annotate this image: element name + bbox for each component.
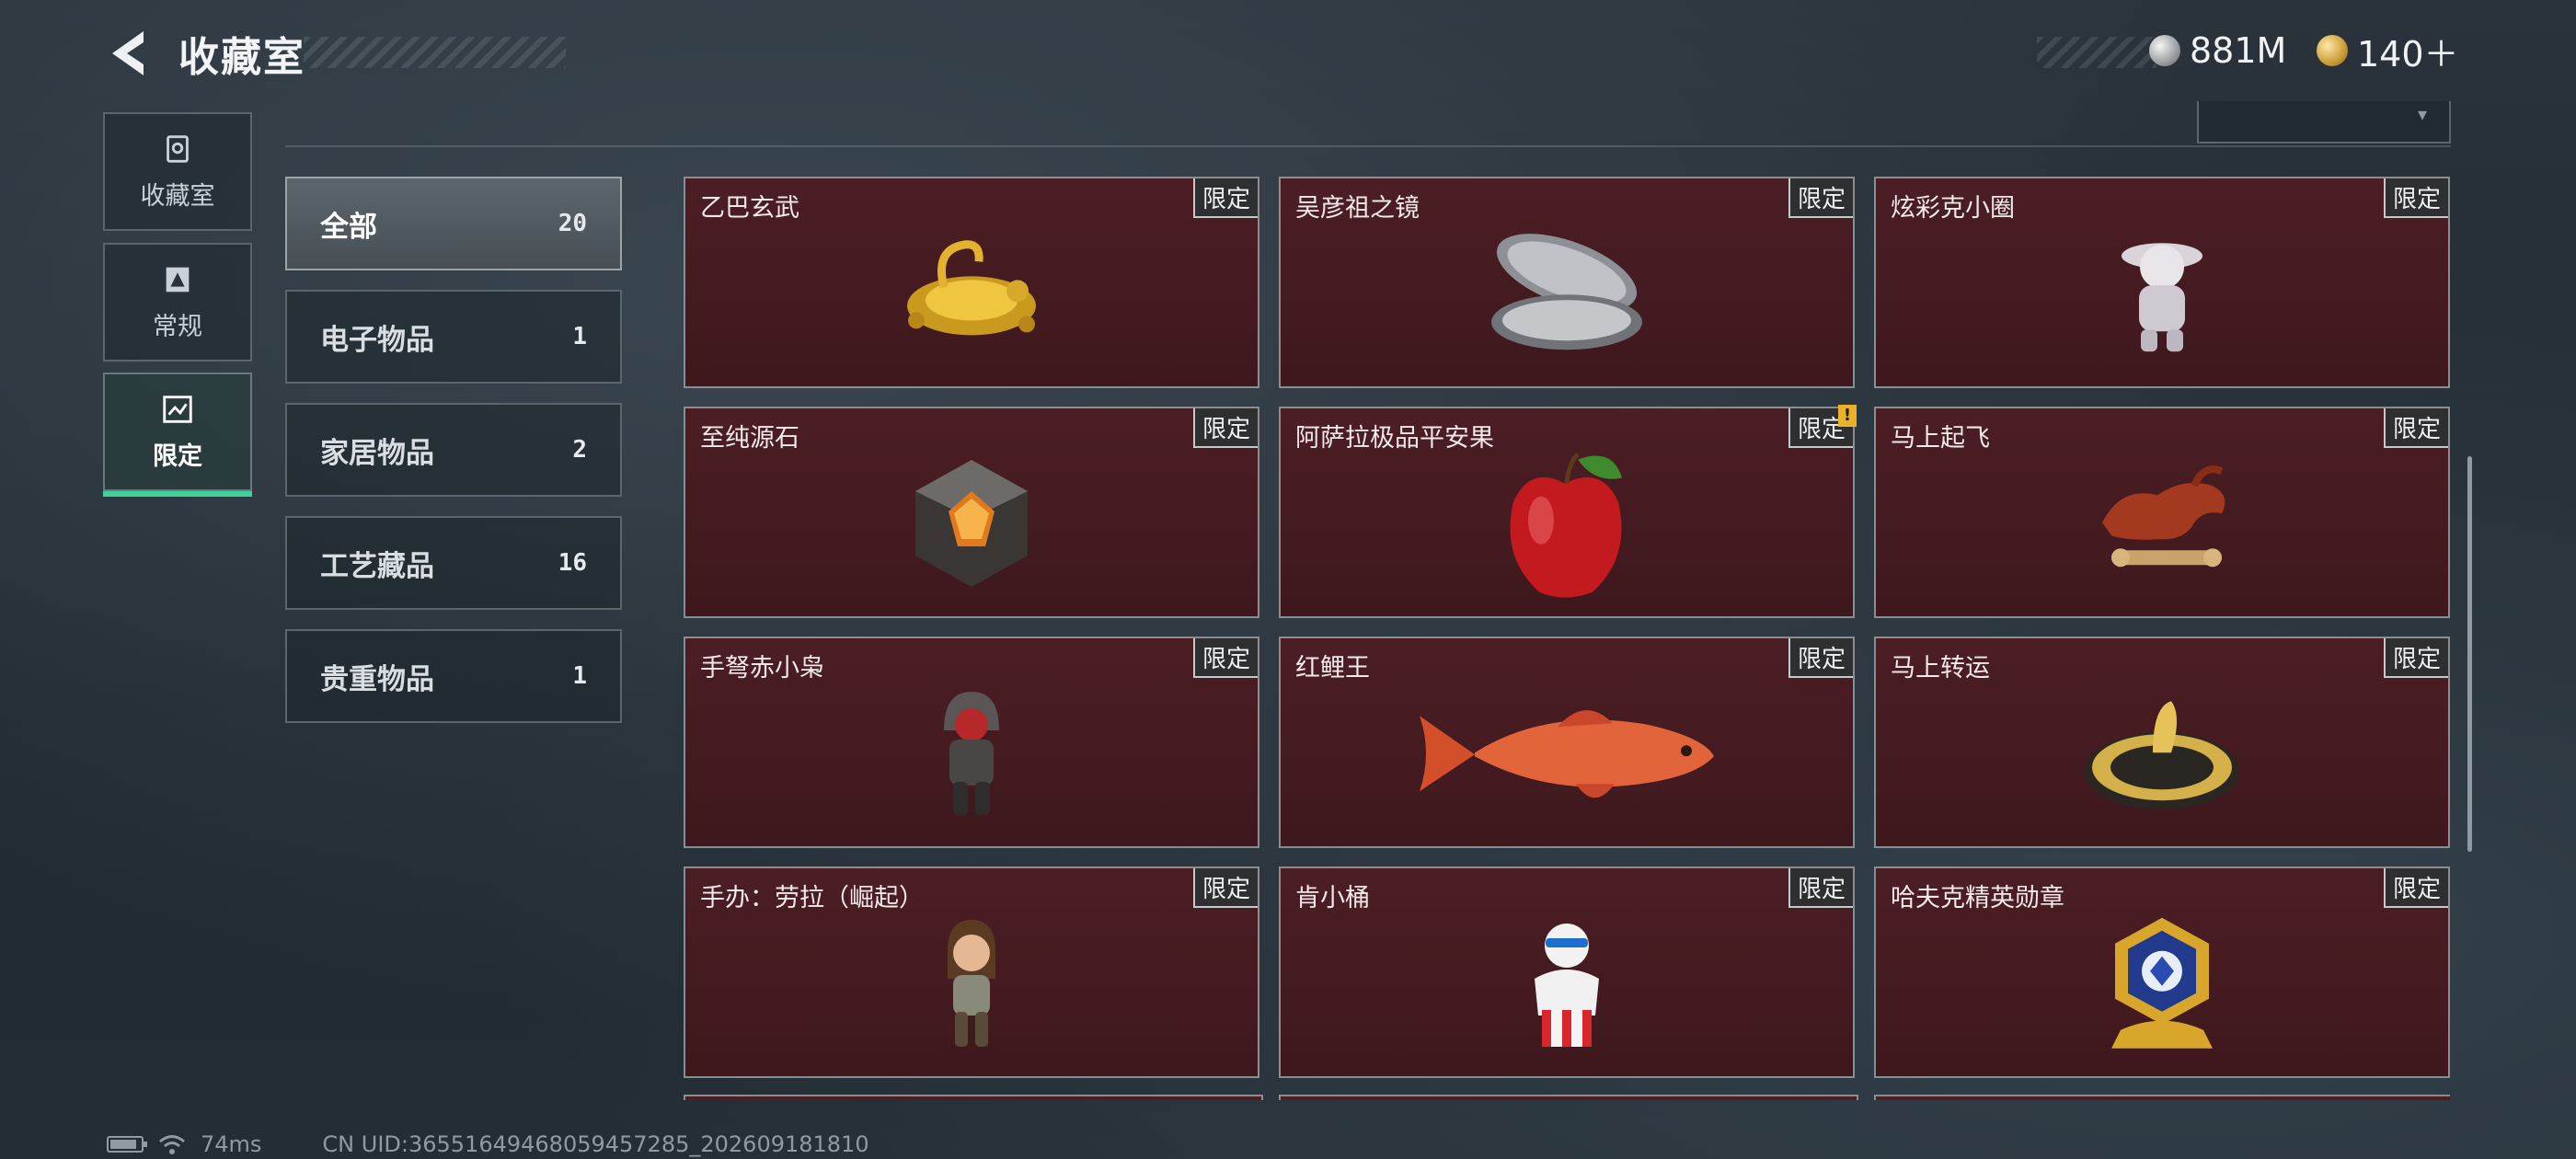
chevron-down-icon: ▾ <box>2417 103 2427 125</box>
page-title: 收藏室 <box>178 34 305 81</box>
gold-coin-icon <box>2317 35 2348 66</box>
item-card[interactable]: 手办：劳拉（崛起） 限定 <box>684 866 1259 1078</box>
nav-label: 收藏室 <box>140 182 215 211</box>
kfc-figure-icon <box>1535 924 1599 1047</box>
category-name: 家居物品 <box>320 436 434 470</box>
limited-tag: 限定 <box>1788 178 1853 218</box>
item-card[interactable]: 炫彩克小圈 限定 <box>1874 177 2450 388</box>
title-decoration <box>304 37 566 68</box>
horse-statue-icon <box>2102 465 2225 568</box>
currency-silver: 881M <box>2149 28 2286 74</box>
lara-figure-icon <box>948 920 995 1047</box>
limited-tag: 限定 <box>2383 638 2448 678</box>
item-card[interactable]: 乙巴玄武 限定 <box>684 177 1259 388</box>
item-card[interactable]: 红鲤王 限定 <box>1279 637 1855 848</box>
alert-badge: ! <box>1838 405 1857 427</box>
limited-tag: 限定 <box>1192 638 1258 678</box>
fortune-wheel-icon <box>2085 701 2239 810</box>
item-name: 手办：劳拉（崛起） <box>700 884 924 912</box>
ping-value: 74ms <box>201 1131 262 1157</box>
divider <box>285 145 2451 147</box>
item-name: 阿萨拉极品平安果 <box>1295 424 1494 453</box>
category-count: 1 <box>572 323 587 350</box>
hooded-figure-icon <box>944 692 999 815</box>
currency-gold[interactable]: 140＋ <box>2317 28 2459 75</box>
limited-icon <box>163 396 192 423</box>
item-grid: 乙巴玄武 限定 吴彦祖之镜 限定 炫彩克小圈 限定 至纯源石 限定 阿萨拉极品平… <box>684 177 2450 1100</box>
silver-coin-icon <box>2149 35 2180 66</box>
item-name: 红鲤王 <box>1295 654 1370 683</box>
category-count: 1 <box>572 662 587 690</box>
item-name: 肯小桶 <box>1295 884 1370 912</box>
category-crafts[interactable]: 工艺藏品 16 <box>285 516 622 610</box>
item-card[interactable]: 肯小桶 限定 <box>1279 866 1855 1078</box>
regular-icon <box>166 267 190 293</box>
item-card[interactable]: 至纯源石 限定 <box>684 407 1259 618</box>
collection-room-icon <box>167 135 189 163</box>
back-arrow-icon <box>112 31 144 75</box>
golden-turtle-snake-icon <box>907 240 1036 336</box>
item-name: 哈夫克精英勋章 <box>1891 884 2064 912</box>
scrollbar[interactable] <box>2467 456 2472 852</box>
item-card[interactable]: 马上起飞 限定 <box>1874 407 2450 618</box>
item-card-partial[interactable] <box>684 1095 1263 1100</box>
nav-item-collection-room[interactable]: 收藏室 <box>103 112 252 231</box>
item-card-partial[interactable] <box>1279 1095 1858 1100</box>
currency-gold-value: 140＋ <box>2357 33 2459 75</box>
limited-tag: 限定 <box>1192 408 1258 448</box>
elite-medal-icon <box>2111 917 2213 1049</box>
item-name: 至纯源石 <box>700 424 799 453</box>
limited-tag: 限定 <box>2383 868 2448 908</box>
item-name: 马上起飞 <box>1891 424 1990 453</box>
item-name: 吴彦祖之镜 <box>1295 194 1420 223</box>
limited-tag: 限定 <box>1788 868 1853 908</box>
crystal-stone-icon <box>915 460 1028 587</box>
nav-item-limited[interactable]: 限定 <box>103 373 252 497</box>
item-card[interactable]: 吴彦祖之镜 限定 <box>1279 177 1855 388</box>
category-home[interactable]: 家居物品 2 <box>285 403 622 497</box>
item-name: 马上转运 <box>1891 654 1990 683</box>
category-valuables[interactable]: 贵重物品 1 <box>285 629 622 723</box>
figurine-icon <box>2122 243 2202 352</box>
item-card[interactable]: 手弩赤小枭 限定 <box>684 637 1259 848</box>
category-name: 贵重物品 <box>320 662 434 696</box>
red-apple-icon <box>1510 452 1622 598</box>
wifi-icon <box>159 1135 185 1154</box>
category-count: 20 <box>558 210 587 237</box>
uid-text: CN UID:36551649468059457285_202609181810 <box>322 1131 869 1157</box>
item-card[interactable]: 阿萨拉极品平安果 限定 ! <box>1279 405 1857 618</box>
red-carp-icon <box>1420 710 1714 798</box>
category-name: 全部 <box>320 210 377 244</box>
limited-tag: 限定 <box>2383 408 2448 448</box>
nav-item-regular[interactable]: 常规 <box>103 243 252 361</box>
status-bar: 74ms CN UID:36551649468059457285_2026091… <box>107 1131 869 1157</box>
item-name: 手弩赤小枭 <box>700 654 824 683</box>
category-count: 16 <box>558 549 587 577</box>
item-card[interactable]: 哈夫克精英勋章 限定 <box>1874 866 2450 1078</box>
category-all[interactable]: 全部 20 <box>285 177 622 270</box>
currency-silver-value: 881M <box>2190 30 2287 71</box>
category-name: 电子物品 <box>320 323 434 357</box>
category-name: 工艺藏品 <box>320 549 434 583</box>
item-name: 乙巴玄武 <box>700 194 799 223</box>
nav-label: 限定 <box>153 442 202 471</box>
item-card[interactable]: 马上转运 限定 <box>1874 637 2450 848</box>
category-count: 2 <box>572 436 587 464</box>
limited-tag: 限定 <box>1192 868 1258 908</box>
limited-tag: 限定 <box>1788 638 1853 678</box>
item-card-partial[interactable] <box>1874 1095 2450 1100</box>
compact-mirror-icon <box>1491 234 1642 350</box>
back-button[interactable] <box>103 26 158 81</box>
battery-icon <box>107 1136 147 1153</box>
currency-decoration <box>2037 37 2156 68</box>
category-electronics[interactable]: 电子物品 1 <box>285 290 622 384</box>
limited-tag: 限定 <box>2383 178 2448 218</box>
sort-dropdown[interactable]: ▾ <box>2197 101 2451 143</box>
limited-tag: 限定 <box>1192 178 1258 218</box>
item-name: 炫彩克小圈 <box>1891 194 2015 223</box>
nav-label: 常规 <box>153 313 202 341</box>
